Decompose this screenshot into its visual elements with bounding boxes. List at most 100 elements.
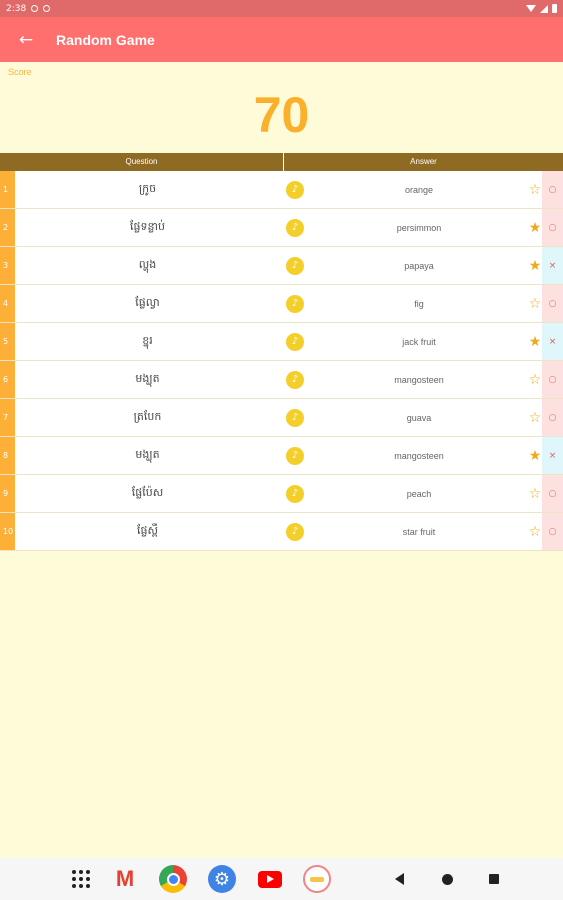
question-text: ក្រូច — [15, 171, 280, 208]
score-value: 70 — [253, 87, 310, 143]
play-cell: ♪ — [280, 171, 310, 208]
page-title: Random Game — [56, 31, 155, 48]
question-text: ផ្លែស្ពឺ — [15, 513, 280, 550]
table-row: 2 ផ្លែទន្លាប់ ♪ persimmon ★ ○ — [0, 209, 563, 247]
score-label: Score — [8, 67, 32, 77]
play-audio-icon[interactable]: ♪ — [286, 408, 304, 427]
navigation-bar: M ⚙ — [0, 858, 563, 900]
settings-icon[interactable]: ⚙ — [207, 864, 237, 894]
question-text: ត្របែក — [15, 399, 280, 436]
play-cell: ♪ — [280, 361, 310, 398]
star-filled-icon[interactable]: ★ — [528, 437, 542, 474]
play-audio-icon[interactable]: ♪ — [286, 370, 304, 389]
play-cell: ♪ — [280, 475, 310, 512]
notification-icon — [31, 5, 39, 12]
row-number: 7 — [0, 399, 15, 436]
row-number: 1 — [0, 171, 15, 208]
row-number: 2 — [0, 209, 15, 246]
row-number: 3 — [0, 247, 15, 284]
answer-text: orange — [310, 171, 528, 208]
table-row: 7 ត្របែក ♪ guava ☆ ○ — [0, 399, 563, 437]
question-text: ផ្លែប៉ែស — [15, 475, 280, 512]
app-grid-icon[interactable] — [66, 864, 96, 894]
answer-text: star fruit — [310, 513, 528, 550]
question-text: មង្ឃុត — [15, 361, 280, 398]
play-cell: ♪ — [280, 285, 310, 322]
correct-mark-icon: ○ — [542, 171, 563, 208]
table-row: 4 ផ្លែល្វា ♪ fig ☆ ○ — [0, 285, 563, 323]
wifi-icon — [526, 5, 536, 12]
star-filled-icon[interactable]: ★ — [528, 209, 542, 246]
question-text: ផ្លែល្វា — [15, 285, 280, 322]
answer-text: guava — [310, 399, 528, 436]
sync-icon — [43, 5, 51, 12]
chrome-icon[interactable] — [158, 864, 188, 894]
gmail-glyph: M — [115, 866, 135, 891]
question-header: Question — [0, 153, 284, 171]
wrong-mark-icon: × — [542, 323, 563, 360]
correct-mark-icon: ○ — [542, 285, 563, 322]
row-number: 10 — [0, 513, 15, 550]
nav-back-icon[interactable] — [384, 864, 414, 894]
youtube-icon[interactable] — [255, 864, 285, 894]
correct-mark-icon: ○ — [542, 209, 563, 246]
play-audio-icon[interactable]: ♪ — [286, 294, 304, 313]
correct-mark-icon: ○ — [542, 475, 563, 512]
row-number: 9 — [0, 475, 15, 512]
play-audio-icon[interactable]: ♪ — [286, 332, 304, 351]
correct-mark-icon: ○ — [542, 361, 563, 398]
table-row: 9 ផ្លែប៉ែស ♪ peach ☆ ○ — [0, 475, 563, 513]
play-cell: ♪ — [280, 209, 310, 246]
play-cell: ♪ — [280, 247, 310, 284]
wrong-mark-icon: × — [542, 247, 563, 284]
table-header: Question Answer — [0, 153, 563, 171]
status-time: 2:38 — [6, 3, 27, 14]
app-icon[interactable] — [302, 864, 332, 894]
answer-text: mangosteen — [310, 437, 528, 474]
answer-text: mangosteen — [310, 361, 528, 398]
question-text: ល្ហុង — [15, 247, 280, 284]
status-bar: 2:38 — [0, 0, 563, 17]
gmail-icon[interactable]: M — [110, 864, 140, 894]
star-empty-icon[interactable]: ☆ — [528, 475, 542, 512]
play-audio-icon[interactable]: ♪ — [286, 484, 304, 503]
question-text: ខ្នុរ — [15, 323, 280, 360]
nav-recents-icon[interactable] — [479, 864, 509, 894]
answer-text: peach — [310, 475, 528, 512]
star-filled-icon[interactable]: ★ — [528, 323, 542, 360]
results-table: 1 ក្រូច ♪ orange ☆ ○ 2 ផ្លែទន្លាប់ ♪ persimmon ★ ○ 3… — [0, 171, 563, 551]
table-row: 10 ផ្លែស្ពឺ ♪ star fruit ☆ ○ — [0, 513, 563, 551]
signal-icon — [540, 4, 548, 13]
answer-header: Answer — [410, 157, 437, 166]
star-empty-icon[interactable]: ☆ — [528, 285, 542, 322]
row-number: 4 — [0, 285, 15, 322]
row-number: 6 — [0, 361, 15, 398]
star-filled-icon[interactable]: ★ — [528, 247, 542, 284]
play-cell: ♪ — [280, 437, 310, 474]
row-number: 5 — [0, 323, 15, 360]
settings-glyph: ⚙ — [208, 865, 236, 893]
star-empty-icon[interactable]: ☆ — [528, 399, 542, 436]
answer-text: persimmon — [310, 209, 528, 246]
table-row: 8 មង្ឃុត ♪ mangosteen ★ × — [0, 437, 563, 475]
answer-text: papaya — [310, 247, 528, 284]
star-empty-icon[interactable]: ☆ — [528, 361, 542, 398]
table-row: 5 ខ្នុរ ♪ jack fruit ★ × — [0, 323, 563, 361]
nav-home-icon[interactable] — [432, 864, 462, 894]
table-row: 1 ក្រូច ♪ orange ☆ ○ — [0, 171, 563, 209]
play-audio-icon[interactable]: ♪ — [286, 522, 304, 541]
answer-text: jack fruit — [310, 323, 528, 360]
answer-text: fig — [310, 285, 528, 322]
star-empty-icon[interactable]: ☆ — [528, 513, 542, 550]
play-audio-icon[interactable]: ♪ — [286, 256, 304, 275]
back-arrow-icon[interactable]: ← — [0, 17, 52, 62]
star-empty-icon[interactable]: ☆ — [528, 171, 542, 208]
table-row: 3 ល្ហុង ♪ papaya ★ × — [0, 247, 563, 285]
play-audio-icon[interactable]: ♪ — [286, 446, 304, 465]
play-cell: ♪ — [280, 399, 310, 436]
question-text: ផ្លែទន្លាប់ — [15, 209, 280, 246]
play-audio-icon[interactable]: ♪ — [286, 180, 304, 199]
play-cell: ♪ — [280, 323, 310, 360]
play-audio-icon[interactable]: ♪ — [286, 218, 304, 237]
correct-mark-icon: ○ — [542, 399, 563, 436]
